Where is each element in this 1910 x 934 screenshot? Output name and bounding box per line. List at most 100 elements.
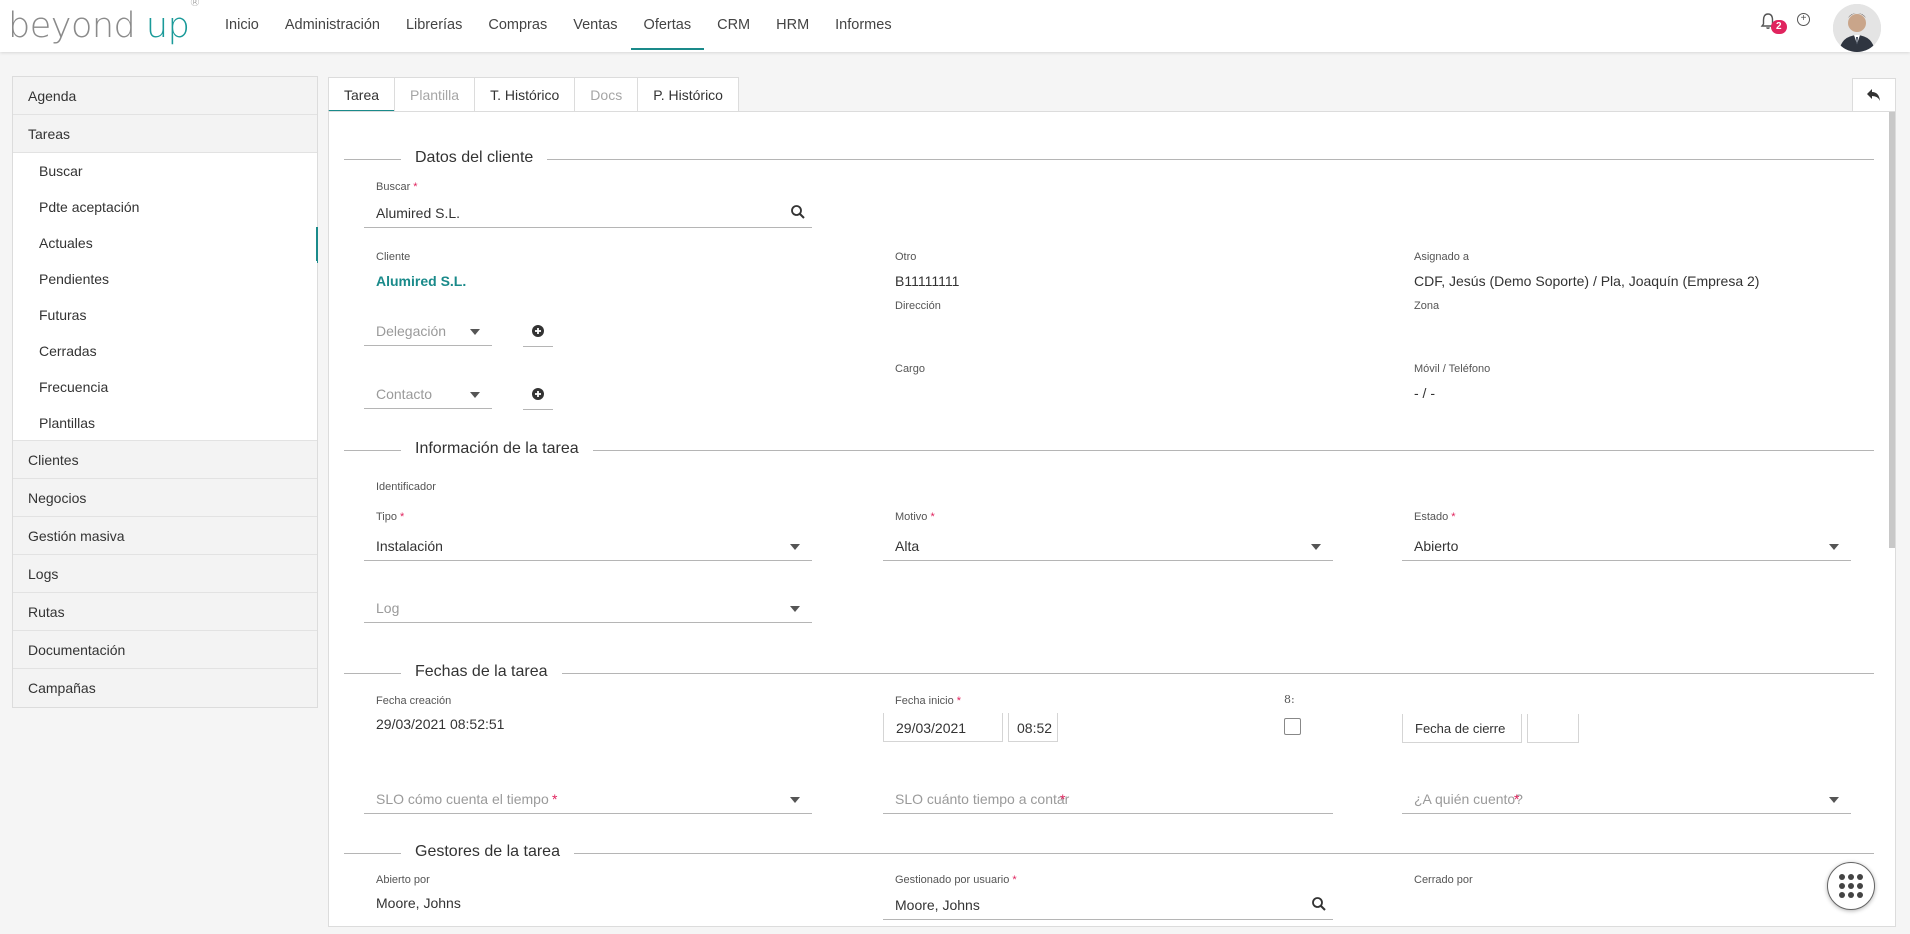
motivo-select[interactable]: Alta	[883, 532, 1333, 561]
nav-crm[interactable]: CRM	[704, 0, 763, 50]
back-button[interactable]	[1852, 78, 1896, 112]
logo-text-2: up	[145, 6, 190, 46]
motivo-label: Motivo	[895, 511, 935, 523]
plus-icon	[532, 388, 544, 400]
cargo-label: Cargo	[895, 363, 925, 375]
buscar-value: Alumired S.L.	[376, 205, 461, 221]
estado-select[interactable]: Abierto	[1402, 532, 1851, 561]
gestionado-label: Gestionado por usuario	[895, 874, 1017, 886]
gestionado-value: Moore, Johns	[895, 897, 980, 913]
sidebar-sub-frecuencia[interactable]: Frecuencia	[13, 369, 317, 405]
abierto-por-value: Moore, Johns	[376, 895, 461, 911]
avatar-photo	[1833, 4, 1881, 52]
estado-value: Abierto	[1414, 538, 1459, 554]
nav-compras[interactable]: Compras	[475, 0, 560, 50]
zona-label: Zona	[1414, 300, 1440, 312]
sidebar-sub-plantillas[interactable]: Plantillas	[13, 405, 317, 441]
panel-scrollbar[interactable]	[1889, 112, 1895, 548]
sidebar-item-campanas[interactable]: Campañas	[13, 669, 317, 707]
nav-inicio[interactable]: Inicio	[212, 0, 272, 50]
quien-cuento-select[interactable]: ¿A quién cuento?	[1402, 785, 1851, 814]
fecha-inicio-label: Fecha inicio	[895, 695, 961, 707]
gestionado-field[interactable]: Moore, Johns	[883, 891, 1333, 920]
buscar-field[interactable]: Alumired S.L.	[364, 199, 812, 228]
cerrado-por-label: Cerrado por	[1414, 874, 1473, 886]
otro-label: Otro	[895, 251, 917, 263]
logo-text-1: beyond	[8, 6, 136, 46]
avatar[interactable]	[1833, 4, 1881, 52]
hora-cierre-field[interactable]	[1527, 714, 1579, 743]
add-contacto-button[interactable]	[523, 380, 553, 410]
fecha-cierre-field[interactable]: Fecha de cierre	[1402, 714, 1522, 743]
asignado-label: Asignado a	[1414, 251, 1470, 263]
movil-value: - / -	[1414, 385, 1435, 401]
otro-value: B11111111	[895, 273, 960, 289]
sidebar-item-tareas[interactable]: Tareas	[13, 115, 317, 153]
sidebar-item-logs[interactable]: Logs	[13, 555, 317, 593]
chevron-down-icon	[470, 392, 480, 398]
sidebar-sub-cerradas[interactable]: Cerradas	[13, 333, 317, 369]
sidebar-item-clientes[interactable]: Clientes	[13, 441, 317, 479]
sidebar-sub-pendientes[interactable]: Pendientes	[13, 261, 317, 297]
chevron-down-icon	[470, 329, 480, 335]
section-title-info: Información de la tarea	[401, 440, 593, 458]
required-marker	[1514, 791, 1519, 807]
add-delegacion-button[interactable]	[523, 317, 553, 347]
tab-tarea[interactable]: Tarea	[328, 77, 396, 112]
identificador-label: Identificador	[376, 481, 436, 493]
section-divider	[344, 159, 1874, 160]
sidebar-item-agenda[interactable]: Agenda	[13, 77, 317, 115]
fecha-inicio-date-field[interactable]: 29/03/2021	[883, 713, 1003, 742]
floating-menu-button[interactable]	[1827, 862, 1875, 910]
sidebar-item-negocios[interactable]: Negocios	[13, 479, 317, 517]
nav-ventas[interactable]: Ventas	[560, 0, 630, 50]
cierre-checkbox[interactable]	[1284, 718, 1301, 735]
fecha-creacion-value: 29/03/2021 08:52:51	[376, 716, 505, 732]
nav-hrm[interactable]: HRM	[763, 0, 822, 50]
tab-p-historico[interactable]: P. Histórico	[637, 77, 739, 112]
search-icon[interactable]	[790, 204, 806, 220]
plus-icon	[532, 325, 544, 337]
nav-administracion[interactable]: Administración	[272, 0, 393, 50]
log-select[interactable]: Log	[364, 594, 812, 623]
asignado-value: CDF, Jesús (Demo Soporte) / Pla, Joaquín…	[1414, 273, 1760, 289]
nav-informes[interactable]: Informes	[822, 0, 904, 50]
abierto-por-label: Abierto por	[376, 874, 430, 886]
tipo-select[interactable]: Instalación	[364, 532, 812, 561]
tab-plantilla[interactable]: Plantilla	[394, 77, 476, 112]
log-placeholder: Log	[376, 600, 400, 616]
chevron-down-icon	[1829, 797, 1839, 803]
check-label: 8:	[1284, 693, 1295, 706]
tab-t-historico[interactable]: T. Histórico	[474, 77, 576, 112]
cliente-link[interactable]: Alumired S.L.	[376, 273, 466, 289]
chevron-down-icon	[1311, 544, 1321, 550]
fecha-inicio-time-field[interactable]: 08:52	[1008, 713, 1058, 742]
sidebar-sub-buscar[interactable]: Buscar	[13, 153, 317, 189]
delegacion-placeholder: Delegación	[376, 323, 447, 339]
task-tabs: Tarea Plantilla T. Histórico Docs P. His…	[328, 77, 739, 112]
delegacion-select[interactable]: Delegación	[364, 317, 492, 346]
slo-cuanto-field[interactable]: SLO cuánto tiempo a contar	[883, 785, 1333, 814]
nav-librerias[interactable]: Librerías	[393, 0, 475, 50]
chevron-down-icon	[790, 606, 800, 612]
sidebar-item-gestion-masiva[interactable]: Gestión masiva	[13, 517, 317, 555]
contacto-select[interactable]: Contacto	[364, 380, 492, 409]
sidebar-sub-actuales[interactable]: Actuales	[13, 225, 318, 263]
grid-menu-icon	[1839, 874, 1863, 898]
logo-mark: ®	[189, 0, 200, 10]
slo-como-select[interactable]: SLO cómo cuenta el tiempo	[364, 785, 812, 814]
sidebar-item-rutas[interactable]: Rutas	[13, 593, 317, 631]
search-icon[interactable]	[1311, 896, 1327, 912]
tab-docs[interactable]: Docs	[574, 77, 639, 112]
sidebar-sub-pdte-aceptacion[interactable]: Pdte aceptación	[13, 189, 317, 225]
brand-logo[interactable]: beyond up®	[8, 0, 200, 46]
sidebar-item-documentacion[interactable]: Documentación	[13, 631, 317, 669]
tipo-label: Tipo	[376, 511, 404, 523]
sidebar-sub-futuras[interactable]: Futuras	[13, 297, 317, 333]
main-nav: Inicio Administración Librerías Compras …	[212, 0, 905, 50]
required-marker	[552, 791, 557, 807]
section-divider	[344, 673, 1874, 674]
cliente-label: Cliente	[376, 251, 411, 263]
nav-ofertas[interactable]: Ofertas	[630, 0, 705, 50]
plus-circle-icon[interactable]: +	[1797, 13, 1810, 26]
